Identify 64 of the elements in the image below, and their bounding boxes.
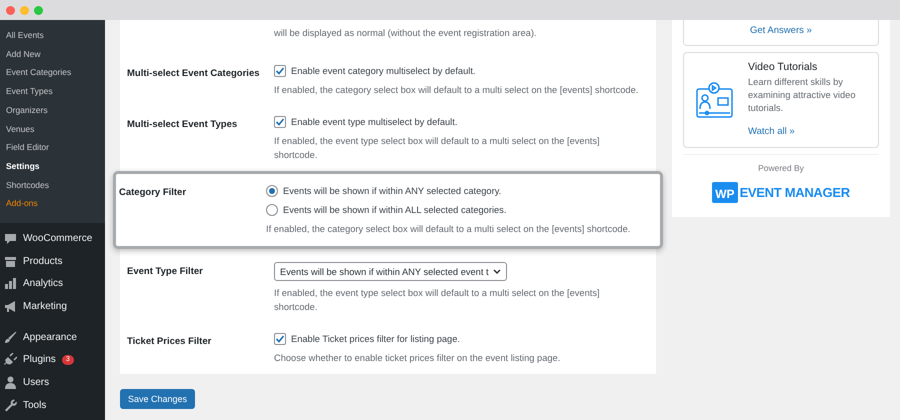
logo-badge: WP bbox=[712, 182, 738, 203]
setting-label: Multi-select Event Types bbox=[127, 118, 238, 132]
checkbox-label: Enable event category multiselect by default. bbox=[291, 65, 476, 78]
logo-text: EVENT MANAGER bbox=[740, 185, 850, 200]
wrench-icon[interactable] bbox=[4, 398, 17, 412]
megaphone-icon[interactable] bbox=[4, 300, 17, 313]
checkmark-icon bbox=[275, 334, 285, 344]
card-title: Video Tutorials bbox=[748, 61, 818, 73]
plug-icon[interactable] bbox=[4, 353, 17, 366]
checkbox-label: Enable Ticket prices filter for listing page. bbox=[291, 333, 460, 346]
submenu-item[interactable]: Shortcodes bbox=[0, 176, 105, 194]
caret-icon bbox=[493, 268, 501, 274]
speech-bubble-icon[interactable] bbox=[4, 232, 17, 245]
brush-icon[interactable] bbox=[4, 330, 17, 344]
setting-label: Category Filter bbox=[119, 186, 188, 200]
card-text: Learn different skills by examining attractive video tutorials. bbox=[748, 76, 856, 115]
radio-button[interactable] bbox=[266, 204, 278, 216]
checkmark-icon bbox=[275, 117, 285, 127]
zoom-dot[interactable] bbox=[34, 6, 43, 14]
video-tutorial-icon bbox=[696, 81, 734, 119]
setting-label: Event Type Filter bbox=[127, 265, 204, 279]
bar-chart-icon[interactable] bbox=[4, 277, 17, 290]
answers-link[interactable]: Get Answers » bbox=[750, 25, 812, 36]
radio-label: Events will be shown if within ALL selected categories. bbox=[283, 204, 506, 217]
submenu-item[interactable]: Organizers bbox=[0, 100, 105, 120]
checkbox-label: Enable event type multiselect by default. bbox=[291, 116, 458, 129]
box-icon[interactable] bbox=[4, 254, 17, 268]
submenu-item[interactable]: Settings bbox=[0, 156, 105, 176]
menu-item[interactable]: Tools bbox=[23, 400, 46, 411]
submenu-item[interactable]: Event Categories bbox=[0, 63, 105, 82]
checkbox[interactable] bbox=[274, 116, 286, 128]
submenu-item[interactable]: Add New bbox=[0, 44, 105, 64]
powered-by-text: Powered By bbox=[683, 154, 879, 173]
menu-item[interactable]: Analytics bbox=[23, 278, 64, 290]
setting-description: If enabled, the category select box will default to a multi select on the [events] shortcode. bbox=[274, 84, 640, 97]
select-dropdown[interactable]: Events will be shown if within ANY selected event t bbox=[274, 262, 507, 281]
menu-item[interactable]: Appearance bbox=[23, 332, 77, 343]
close-dot[interactable] bbox=[6, 6, 15, 14]
user-icon[interactable] bbox=[4, 376, 17, 389]
menu-item[interactable]: Users bbox=[23, 377, 50, 388]
checkmark-icon bbox=[275, 66, 285, 76]
checkbox[interactable] bbox=[274, 333, 286, 345]
submenu-item[interactable]: Add-ons bbox=[0, 194, 105, 214]
menu-item[interactable]: Products bbox=[23, 256, 62, 267]
menu-item[interactable]: Marketing bbox=[23, 300, 67, 312]
setting-label: Ticket Prices Filter bbox=[127, 335, 212, 349]
setting-description: will be displayed as normal (without the event registration area). bbox=[274, 27, 538, 40]
save-button[interactable]: Save Changes bbox=[120, 389, 196, 409]
radio-button[interactable] bbox=[266, 185, 278, 197]
submenu-item[interactable]: Venues bbox=[0, 120, 105, 138]
radio-label: Events will be shown if within ANY selected category. bbox=[283, 185, 502, 198]
submenu-item[interactable]: Event Types bbox=[0, 82, 105, 101]
submenu-item[interactable]: Field Editor bbox=[0, 138, 105, 157]
setting-description: If enabled, the event type select box will default to a multi select on the [events] shortcode. bbox=[274, 135, 601, 162]
minimize-dot[interactable] bbox=[20, 6, 29, 14]
setting-description: If enabled, the category select box will default to a multi select on the [events] shortcode. bbox=[266, 223, 632, 236]
menu-item[interactable]: Plugins bbox=[23, 354, 56, 366]
setting-description: If enabled, the event type select box will default to a multi select on the [events] shortcode. bbox=[274, 287, 601, 314]
menu-item[interactable]: WooCommerce bbox=[23, 232, 92, 244]
setting-label: Multi-select Event Categories bbox=[127, 67, 261, 81]
setting-description: Choose whether to enable ticket prices filter on the event listing page. bbox=[274, 352, 562, 365]
checkbox[interactable] bbox=[274, 65, 286, 77]
submenu-item[interactable]: All Events bbox=[0, 26, 105, 45]
watch-link[interactable]: Watch all » bbox=[748, 126, 795, 137]
